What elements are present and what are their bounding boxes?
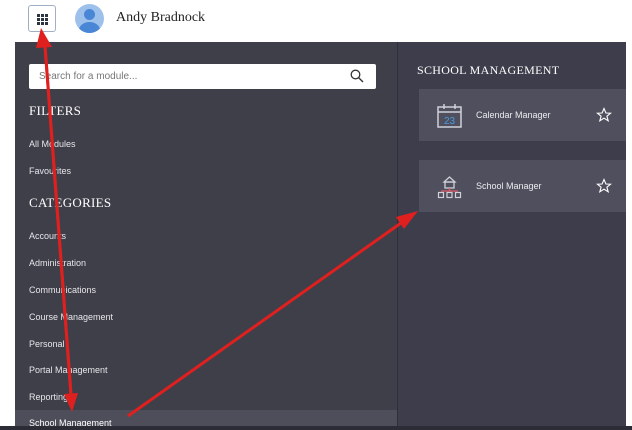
favourite-star-icon[interactable] — [596, 107, 612, 123]
filter-favourites[interactable]: Favourites — [29, 166, 71, 176]
app-launcher-button[interactable] — [28, 5, 56, 32]
category-administration[interactable]: Administration — [29, 258, 86, 268]
page-margin-right — [626, 42, 632, 430]
module-search-box — [29, 64, 376, 89]
school-hierarchy-icon — [437, 176, 462, 199]
module-label-calendar-manager: Calendar Manager — [476, 110, 551, 120]
module-label-school-manager: School Manager — [476, 181, 542, 191]
panel-title: SCHOOL MANAGEMENT — [417, 63, 560, 77]
favourite-star-icon[interactable] — [596, 178, 612, 194]
calendar-day-number: 23 — [444, 116, 456, 127]
categories-heading: CATEGORIES — [29, 195, 112, 210]
search-icon[interactable] — [350, 69, 364, 83]
filters-heading: FILTERS — [29, 103, 82, 118]
user-name[interactable]: Andy Bradnock — [116, 10, 205, 26]
category-communications[interactable]: Communications — [29, 285, 96, 295]
apps-grid-icon — [37, 14, 48, 25]
page-margin — [0, 42, 15, 430]
category-portal-management[interactable]: Portal Management — [29, 365, 108, 375]
calendar-icon: 23 — [437, 104, 462, 128]
module-card-calendar-manager[interactable]: 23 Calendar Manager — [419, 89, 626, 141]
avatar[interactable] — [75, 4, 104, 33]
module-card-school-manager[interactable]: School Manager — [419, 160, 626, 212]
filter-all-modules[interactable]: All Modules — [29, 139, 76, 149]
bottom-edge — [0, 426, 632, 430]
category-personal[interactable]: Personal — [29, 339, 65, 349]
top-bar: Andy Bradnock — [0, 0, 632, 42]
category-reporting[interactable]: Reporting — [29, 392, 68, 402]
category-accounts[interactable]: Accounts — [29, 231, 66, 241]
category-course-management[interactable]: Course Management — [29, 312, 113, 322]
module-search-input[interactable] — [29, 64, 339, 89]
